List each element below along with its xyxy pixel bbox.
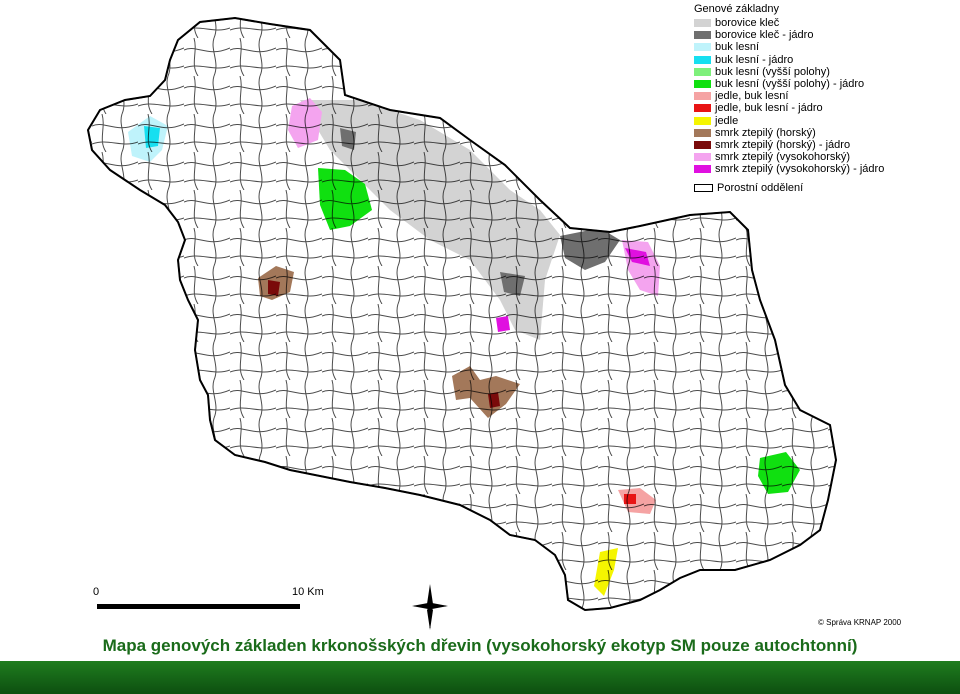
legend-label: buk lesní (vyšší polohy) - jádro: [715, 78, 865, 91]
legend-swatch: [694, 165, 711, 174]
legend-item: jedle, buk lesní - jádro: [694, 102, 956, 114]
legend-label: Porostní oddělení: [717, 181, 804, 194]
legend-label: smrk ztepilý (vysokohorský): [715, 151, 851, 164]
legend-swatch: [694, 43, 711, 52]
legend-item: buk lesní (vyšší polohy) - jádro: [694, 78, 956, 90]
legend-label: jedle: [715, 114, 739, 127]
north-arrow-icon: [412, 584, 448, 630]
legend-label: buk lesní - jádro: [715, 53, 794, 66]
legend-item: jedle, buk lesní: [694, 90, 956, 102]
legend-item: smrk ztepilý (vysokohorský): [694, 151, 956, 163]
legend: Genové základny borovice kleč borovice kl…: [694, 3, 956, 194]
legend-item: buk lesní - jádro: [694, 54, 956, 66]
legend-label: borovice kleč: [715, 17, 780, 30]
legend-label: borovice kleč - jádro: [715, 29, 814, 42]
copyright-note: © Správa KRNAP 2000: [818, 618, 902, 627]
legend-label: smrk ztepilý (horský) - jádro: [715, 138, 851, 151]
legend-swatch: [694, 104, 711, 113]
legend-item: borovice kleč - jádro: [694, 29, 956, 41]
scale-bar: [97, 604, 300, 609]
legend-swatch: [694, 19, 711, 28]
legend-item: buk lesní (vyšší polohy): [694, 66, 956, 78]
map-caption: Mapa genových základen krkonošských dřev…: [102, 636, 858, 655]
legend-item: smrk ztepilý (horský) - jádro: [694, 139, 956, 151]
legend-item: jedle: [694, 115, 956, 127]
scale-end-label: 10 Km: [292, 586, 324, 598]
legend-swatch: [694, 80, 711, 89]
legend-label: smrk ztepilý (vysokohorský) - jádro: [715, 163, 885, 176]
bottom-band: [0, 661, 960, 694]
legend-title: Genové základny: [694, 3, 779, 15]
legend-item-stand-border: Porostní oddělení: [694, 181, 956, 194]
legend-swatch: [694, 55, 711, 64]
legend-swatch: [694, 140, 711, 149]
legend-swatch: [694, 67, 711, 76]
scale-start-label: 0: [93, 586, 100, 598]
legend-item: borovice kleč: [694, 17, 956, 29]
legend-label: jedle, buk lesní: [715, 90, 789, 103]
legend-item: smrk ztepilý (horský): [694, 127, 956, 139]
legend-label: smrk ztepilý (horský): [715, 126, 816, 139]
legend-label: buk lesní: [715, 41, 760, 54]
legend-item: buk lesní: [694, 41, 956, 53]
legend-label: jedle, buk lesní - jádro: [715, 102, 823, 115]
legend-swatch: [694, 128, 711, 137]
legend-label: buk lesní (vyšší polohy): [715, 65, 830, 78]
legend-swatch: [694, 92, 711, 101]
legend-swatch: [694, 153, 711, 162]
legend-swatch: [694, 31, 711, 40]
legend-swatch: [694, 183, 713, 192]
legend-swatch: [694, 116, 711, 125]
legend-item: smrk ztepilý (vysokohorský) - jádro: [694, 163, 956, 175]
